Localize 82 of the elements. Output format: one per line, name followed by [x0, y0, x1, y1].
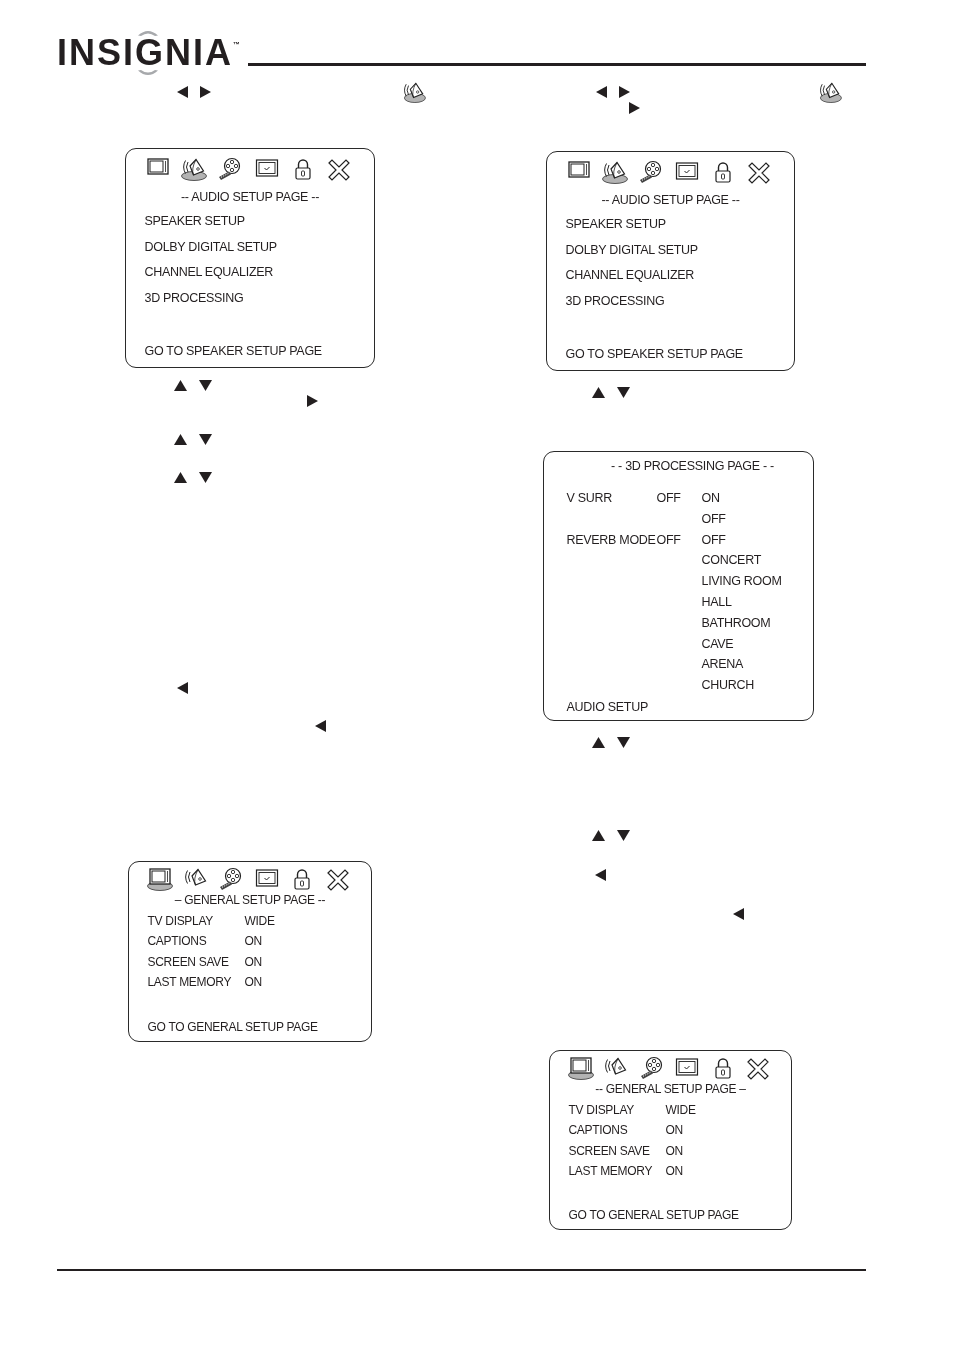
film-reel-icon[interactable]	[638, 160, 664, 184]
speaker-icon[interactable]	[602, 160, 628, 184]
setting-label: CAPTIONS	[568, 1123, 628, 1139]
logo-arc-icon	[138, 70, 158, 78]
setting-value: ON	[665, 1163, 683, 1179]
menu-item[interactable]: DOLBY DIGITAL SETUP	[144, 238, 277, 255]
up-arrow-icon	[174, 379, 187, 391]
menu-item[interactable]: DOLBY DIGITAL SETUP	[565, 241, 698, 258]
screen-hint: GO TO SPEAKER SETUP PAGE	[565, 346, 743, 362]
option-item[interactable]: OFF	[701, 529, 726, 551]
right-arrow-icon	[200, 86, 211, 98]
screen-hint: GO TO GENERAL SETUP PAGE	[147, 1020, 318, 1035]
menu-item[interactable]: CHANNEL EQUALIZER	[565, 267, 694, 284]
up-arrow-icon	[592, 387, 605, 398]
down-arrow-icon	[199, 472, 212, 483]
setting-value: WIDE	[244, 914, 275, 929]
setting-value: ON	[244, 934, 262, 950]
left-arrow-icon	[596, 86, 607, 98]
down-arrow-icon	[617, 830, 630, 841]
right-arrow-icon	[619, 86, 630, 98]
screen-title: - - 3D PROCESSING PAGE - -	[611, 458, 774, 474]
current-value: OFF	[656, 531, 681, 549]
option-item[interactable]: OFF	[701, 508, 726, 530]
speaker-icon	[402, 81, 426, 103]
setting-label: TV DISPLAY	[568, 1103, 634, 1118]
down-arrow-icon	[617, 387, 630, 398]
left-arrow-icon	[177, 86, 188, 98]
up-arrow-icon	[592, 737, 605, 748]
left-arrow-icon	[177, 681, 188, 694]
setting-label: SCREEN SAVE	[568, 1143, 650, 1159]
speaker-icon[interactable]	[181, 157, 208, 181]
film-reel-icon[interactable]	[638, 1056, 665, 1080]
setting-value: ON	[665, 1143, 683, 1159]
current-value: OFF	[656, 490, 681, 507]
up-arrow-icon	[592, 830, 605, 841]
tv-icon[interactable]	[568, 1056, 594, 1080]
option-item[interactable]: CHURCH	[701, 675, 754, 696]
screen-title: – GENERAL SETUP PAGE --	[174, 893, 326, 908]
option-item[interactable]: CAVE	[701, 633, 734, 655]
menu-item[interactable]: 3D PROCESSING	[144, 290, 244, 307]
left-arrow-icon	[315, 720, 326, 732]
up-arrow-icon	[174, 434, 187, 445]
left-arrow-icon	[595, 869, 606, 881]
setting-label: V SURR	[566, 490, 612, 507]
menu-item[interactable]: SPEAKER SETUP	[565, 216, 666, 232]
left-arrow-icon	[733, 908, 744, 920]
setting-value: ON	[244, 954, 262, 970]
menu-item[interactable]: SPEAKER SETUP	[144, 213, 245, 229]
speaker-icon	[818, 81, 842, 103]
right-arrow-icon	[629, 102, 640, 114]
screen-hint: GO TO SPEAKER SETUP PAGE	[144, 343, 322, 359]
right-arrow-icon	[307, 395, 318, 407]
screen-hint: GO TO GENERAL SETUP PAGE	[568, 1208, 739, 1223]
option-item[interactable]: CONCERT	[701, 550, 761, 572]
setting-label: SCREEN SAVE	[147, 954, 229, 970]
screen-title: -- AUDIO SETUP PAGE --	[601, 192, 740, 208]
logo-arc-icon	[138, 28, 158, 36]
screen-title: -- GENERAL SETUP PAGE –	[595, 1082, 746, 1097]
cross-icon[interactable]	[746, 160, 772, 184]
menu-item[interactable]: CHANNEL EQUALIZER	[144, 264, 273, 281]
tv-icon[interactable]	[147, 867, 173, 891]
setting-value: ON	[244, 974, 262, 990]
down-arrow-icon	[617, 737, 630, 748]
setting-value: WIDE	[665, 1103, 696, 1118]
screen-title: -- AUDIO SETUP PAGE --	[180, 189, 320, 205]
setting-label: LAST MEMORY	[147, 974, 232, 990]
setting-label: CAPTIONS	[147, 934, 207, 950]
menu-item[interactable]: 3D PROCESSING	[565, 293, 665, 310]
option-item[interactable]: HALL	[701, 592, 732, 613]
option-item[interactable]: ON	[701, 488, 720, 509]
option-item[interactable]: BATHROOM	[701, 612, 771, 634]
down-arrow-icon	[199, 434, 212, 445]
down-arrow-icon	[199, 379, 212, 391]
setting-label: REVERB MODE	[566, 531, 656, 549]
setting-label: LAST MEMORY	[568, 1163, 653, 1179]
screen-hint: AUDIO SETUP	[566, 699, 648, 716]
up-arrow-icon	[174, 472, 187, 483]
option-item[interactable]: LIVING ROOM	[701, 571, 782, 592]
setting-value: ON	[665, 1123, 683, 1139]
setting-label: TV DISPLAY	[147, 914, 213, 929]
brand-wordmark: INSIGNIA	[57, 35, 233, 71]
option-item[interactable]: ARENA	[701, 654, 744, 676]
